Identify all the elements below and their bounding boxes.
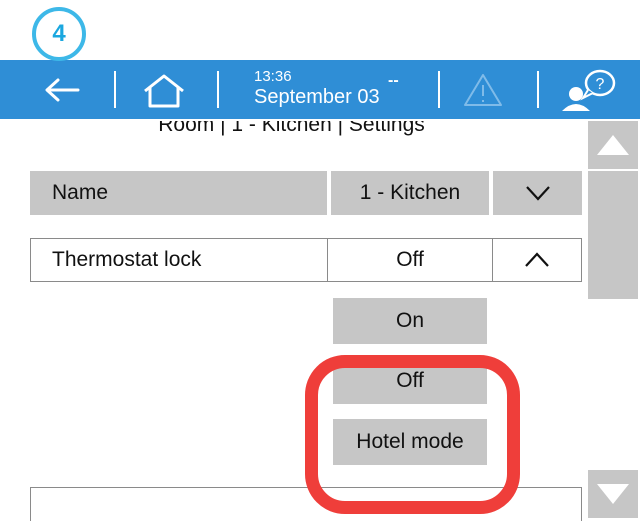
chevron-up-icon: [525, 252, 549, 267]
highlight-annotation: [305, 355, 520, 514]
setting-label: Thermostat lock: [30, 238, 328, 282]
separator: [217, 71, 219, 108]
setting-row-thermostat-lock: Thermostat lock Off: [30, 238, 582, 282]
date-time: 13:36 September 03: [254, 68, 380, 108]
help-user-button[interactable]: ?: [554, 68, 624, 112]
option-on[interactable]: On: [333, 298, 487, 344]
breadcrumb: Room | 1 - Kitchen | Settings: [0, 121, 583, 163]
status-text: --: [388, 72, 399, 89]
separator: [537, 71, 539, 108]
setting-row-name: Name 1 - Kitchen: [30, 171, 582, 215]
warning-button[interactable]: [460, 70, 506, 110]
back-arrow-icon: [45, 78, 80, 102]
home-button[interactable]: [138, 72, 190, 110]
top-bar: 13:36 September 03 -- ?: [0, 60, 640, 119]
setting-value[interactable]: Off: [327, 238, 493, 282]
back-button[interactable]: [40, 74, 84, 106]
warning-icon: [464, 74, 502, 106]
scroll-thumb[interactable]: [588, 171, 638, 299]
date-text: September 03: [254, 86, 380, 108]
chevron-down-icon: [525, 186, 550, 201]
scroll-down-icon: [597, 484, 629, 504]
home-icon: [144, 74, 184, 108]
breadcrumb-text: Room | 1 - Kitchen | Settings: [158, 121, 425, 136]
separator: [438, 71, 440, 108]
scroll-down-button[interactable]: [588, 470, 638, 518]
separator: [114, 71, 116, 108]
help-user-icon: ?: [562, 69, 616, 111]
time-text: 13:36: [254, 68, 292, 85]
scroll-up-icon: [597, 135, 629, 155]
setting-label: Name: [30, 171, 327, 215]
scroll-up-button[interactable]: [588, 121, 638, 169]
expand-button[interactable]: [493, 171, 582, 215]
setting-value[interactable]: 1 - Kitchen: [331, 171, 489, 215]
svg-text:?: ?: [596, 76, 605, 93]
step-number-badge: 4: [32, 7, 86, 61]
collapse-button[interactable]: [492, 238, 582, 282]
